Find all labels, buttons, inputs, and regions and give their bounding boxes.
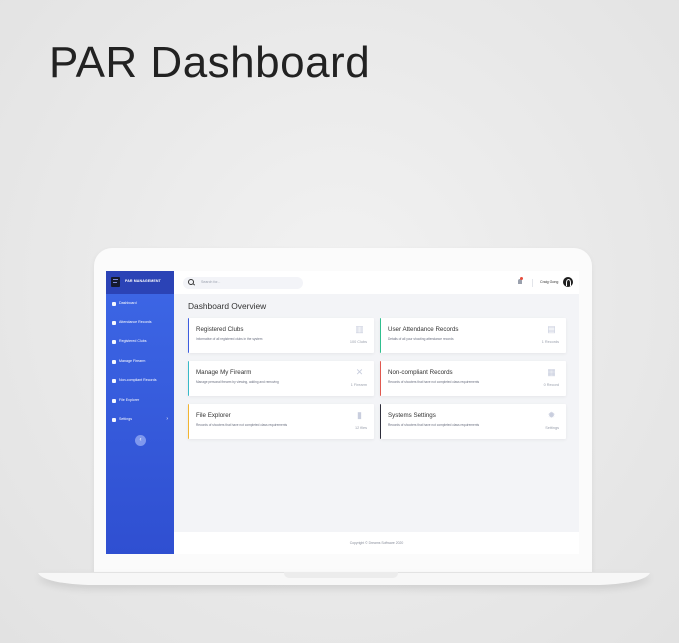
card-value: 1 Firearm	[350, 383, 367, 387]
laptop-notch	[284, 572, 398, 578]
crosshair-icon	[112, 360, 116, 364]
card-title: File Explorer	[196, 412, 231, 419]
sidebar-item-dashboard[interactable]: Dashboard	[106, 299, 174, 309]
sidebar-item-label: File Explorer	[119, 398, 140, 402]
chevron-right-icon: ›	[166, 416, 168, 422]
gear-icon: ✹	[547, 410, 556, 420]
sidebar-item-label: Registered Clubs	[119, 339, 147, 343]
card-registered-clubs[interactable]: Registered Clubs Informative of all regi…	[188, 318, 374, 353]
footer: Copyright © Dreams Software 2020	[174, 532, 579, 554]
clipboard-icon: ▤	[547, 324, 556, 334]
sidebar: PAR MANAGEMENT Dashboard Attendance Reco…	[106, 271, 174, 554]
search-placeholder: Search for...	[201, 280, 221, 284]
card-title: Registered Clubs	[196, 326, 244, 333]
sidebar-collapse-button[interactable]: ‹	[135, 435, 146, 446]
home-icon	[112, 302, 116, 306]
search-icon	[188, 279, 194, 285]
card-description: Details of all your shooting attendance …	[388, 337, 454, 341]
sidebar-item-label: Settings	[119, 417, 132, 421]
building-icon: ▥	[355, 324, 364, 334]
top-bar: Search for... Craig Gong	[174, 271, 579, 294]
card-description: Records of shooters that have not comple…	[196, 423, 288, 427]
card-systems-settings[interactable]: Systems Settings Records of shooters tha…	[380, 404, 566, 439]
tools-icon: ✕	[355, 367, 364, 377]
search-input[interactable]: Search for...	[183, 277, 303, 289]
card-description: Records of shooters that have not comple…	[388, 423, 480, 427]
card-title: Manage My Firearm	[196, 369, 252, 376]
building-icon	[112, 340, 116, 344]
card-value: 0 Record	[543, 383, 559, 387]
card-value: 100 Clubs	[349, 340, 367, 344]
sidebar-item-label: Non-compliant Records	[119, 378, 157, 382]
sidebar-item-attendance-records[interactable]: Attendance Records	[106, 318, 174, 328]
card-file-explorer[interactable]: File Explorer Records of shooters that h…	[188, 404, 374, 439]
card-description: Informative of all registered clubs in t…	[196, 337, 263, 341]
user-name[interactable]: Craig Gong	[540, 280, 558, 284]
brand-logo	[111, 277, 120, 287]
sidebar-item-non-compliant-records[interactable]: Non-compliant Records	[106, 376, 174, 386]
calendar-icon: ▦	[547, 367, 556, 377]
dashboard-title: Dashboard Overview	[188, 301, 267, 311]
card-value: Settings	[545, 426, 559, 430]
brand-name: PAR MANAGEMENT	[125, 279, 161, 283]
sidebar-item-label: Dashboard	[119, 301, 137, 305]
divider	[532, 279, 533, 287]
sidebar-item-settings[interactable]: Settings ›	[106, 415, 174, 425]
sidebar-item-file-explorer[interactable]: File Explorer	[106, 396, 174, 406]
card-description: Manage personal firearm by viewing, addi…	[196, 380, 279, 384]
brand-bar: PAR MANAGEMENT	[106, 271, 174, 294]
page-title: PAR Dashboard	[49, 38, 371, 87]
notification-dot	[520, 277, 523, 280]
card-user-attendance-records[interactable]: User Attendance Records Details of all y…	[380, 318, 566, 353]
folder-icon	[112, 399, 116, 403]
card-manage-my-firearm[interactable]: Manage My Firearm Manage personal firear…	[188, 361, 374, 396]
card-title: Systems Settings	[388, 412, 436, 419]
file-icon: ▮	[357, 410, 362, 420]
card-description: Records of shooters that have not comple…	[388, 380, 480, 384]
card-value: 1 Records	[541, 340, 559, 344]
gear-icon	[112, 418, 116, 422]
card-value: 12 files	[354, 426, 367, 430]
clipboard-icon	[112, 321, 116, 325]
sidebar-item-label: Manage Firearm	[119, 359, 146, 363]
warning-icon	[112, 379, 116, 383]
sidebar-item-manage-firearm[interactable]: Manage Firearm	[106, 357, 174, 367]
laptop-screen: PAR MANAGEMENT Dashboard Attendance Reco…	[106, 271, 579, 554]
card-non-compliant-records[interactable]: Non-compliant Records Records of shooter…	[380, 361, 566, 396]
sidebar-item-registered-clubs[interactable]: Registered Clubs	[106, 337, 174, 347]
card-title: Non-compliant Records	[388, 369, 453, 376]
avatar[interactable]	[563, 277, 573, 287]
copyright-text: Copyright © Dreams Software 2020	[349, 541, 404, 545]
card-title: User Attendance Records	[388, 326, 459, 333]
sidebar-item-label: Attendance Records	[119, 320, 152, 324]
